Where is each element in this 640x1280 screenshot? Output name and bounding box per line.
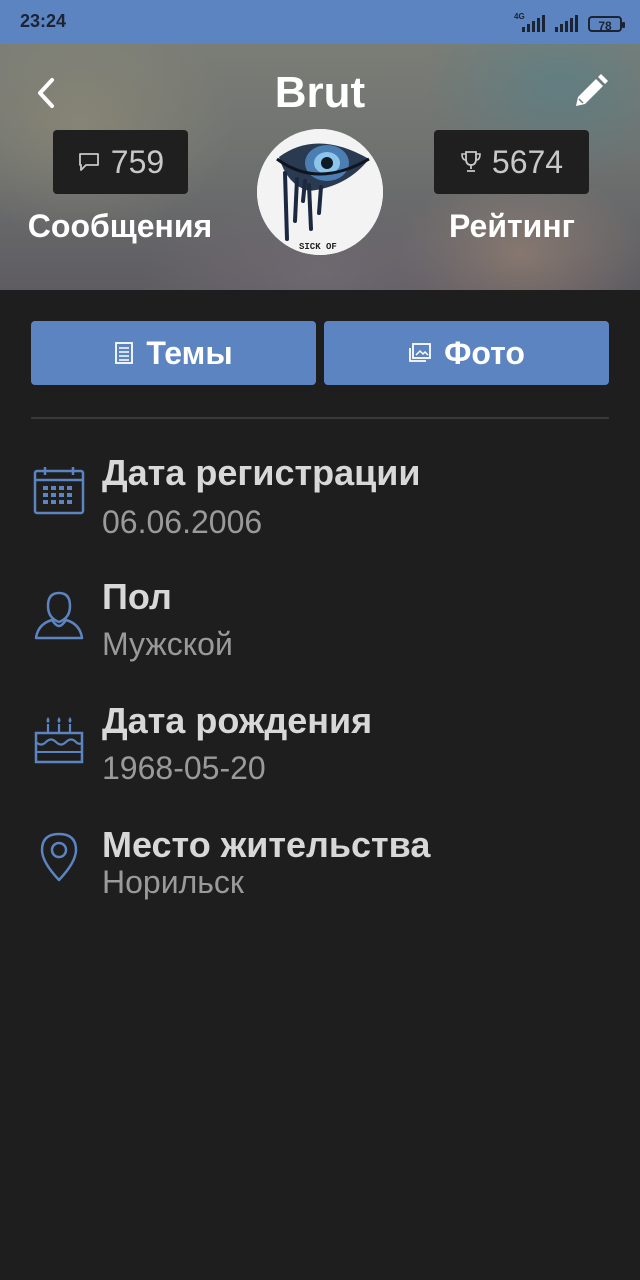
rating-count-box[interactable]: 5674 <box>434 130 589 194</box>
info-value: 1968-05-20 <box>102 750 266 786</box>
info-label: Дата рождения <box>102 700 373 741</box>
rating-label: Рейтинг <box>448 208 575 244</box>
info-label: Дата регистрации <box>102 452 421 493</box>
birthday-cake-icon <box>34 717 84 764</box>
cellular-signal-2-icon <box>555 14 578 32</box>
avatar-caption: SICK OF <box>299 242 337 252</box>
trophy-icon <box>461 151 481 172</box>
info-value: 06.06.2006 <box>102 504 263 540</box>
chevron-left-icon <box>38 78 54 108</box>
network-type-label: 4G <box>514 12 525 21</box>
status-time: 23:24 <box>20 11 67 31</box>
info-row-gender: Пол Мужской <box>0 574 640 684</box>
info-row-birth-date: Дата рождения 1968-05-20 <box>0 698 640 808</box>
messages-count: 759 <box>110 143 165 180</box>
pencil-icon <box>576 74 608 106</box>
battery-icon: 78 <box>588 16 625 33</box>
info-label: Место жительства <box>102 824 431 865</box>
topics-button-label: Темы <box>146 334 233 371</box>
avatar-image: SICK OF <box>257 129 383 255</box>
location-pin-icon <box>40 832 78 882</box>
person-icon <box>34 591 84 640</box>
profile-header: Brut 759 Сообщения SICK OF 5674 Рейтинг <box>0 44 640 290</box>
photos-button[interactable]: Фото <box>324 321 609 385</box>
messages-count-box[interactable]: 759 <box>53 130 188 194</box>
edit-profile-button[interactable] <box>570 72 610 112</box>
avatar[interactable]: SICK OF <box>257 129 383 255</box>
messages-label: Сообщения <box>27 208 213 244</box>
divider <box>31 417 609 419</box>
info-label: Пол <box>102 576 172 617</box>
speech-bubble-icon <box>78 153 99 171</box>
rating-count: 5674 <box>491 143 564 180</box>
cellular-signal-icon: 4G <box>514 12 545 32</box>
info-value: Норильск <box>102 864 244 900</box>
status-icons: 4G 78 <box>514 12 625 33</box>
status-bar: 23:24 4G 78 <box>0 0 640 44</box>
back-button[interactable] <box>30 76 64 110</box>
calendar-icon <box>33 467 85 515</box>
info-row-location: Место жительства Норильск <box>0 822 640 932</box>
photo-album-icon <box>409 343 431 362</box>
info-row-registration-date: Дата регистрации 06.06.2006 <box>0 450 640 560</box>
photos-button-label: Фото <box>444 334 525 371</box>
info-value: Мужской <box>102 626 233 662</box>
profile-username: Brut <box>274 68 366 117</box>
document-list-icon <box>115 342 134 364</box>
topics-button[interactable]: Темы <box>31 321 316 385</box>
